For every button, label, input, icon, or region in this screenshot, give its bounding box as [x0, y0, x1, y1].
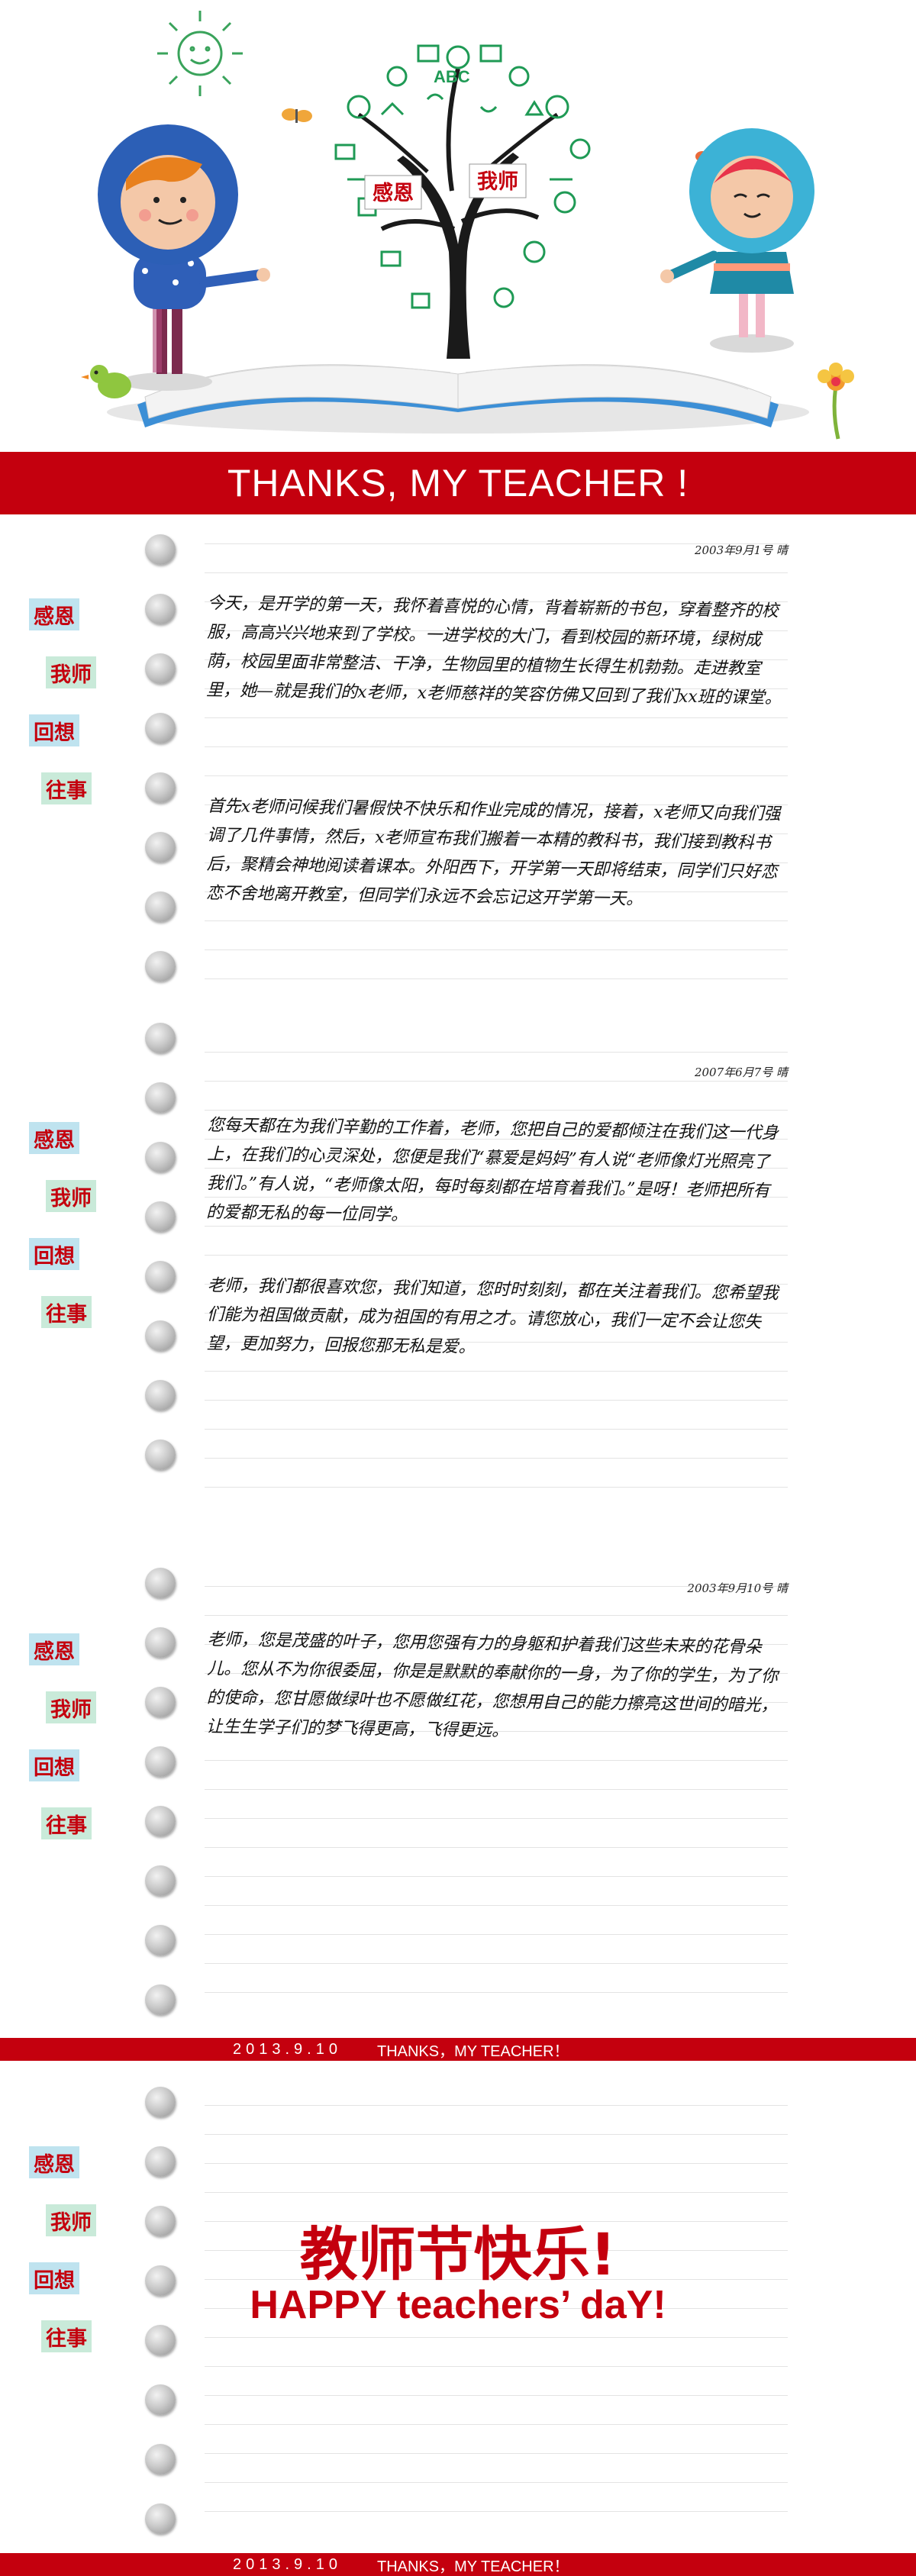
- diary-page-1: 感恩 我师 回想 往事 2003年9月1号 晴 今天，是开学的第一天，我怀着喜悦…: [0, 514, 916, 1000]
- binder-ring: [145, 772, 176, 803]
- stamp-teacher: 我师: [46, 656, 96, 688]
- stamp-past: 往事: [41, 772, 92, 804]
- hero-artwork: ABC 感恩 我师: [81, 11, 854, 440]
- entry-date: 2003年9月1号 晴: [694, 543, 788, 557]
- binder-ring: [145, 653, 176, 684]
- sun-icon: [157, 11, 243, 96]
- stamp-past: 往事: [41, 1807, 92, 1839]
- strip-text: THANKS，MY TEACHER！: [376, 2558, 569, 2575]
- binder-ring: [145, 832, 176, 862]
- entry-paragraph: 老师，我们都很喜欢您，我们知道，您时时刻刻，都在关注着我们。您希望我们能为祖国做…: [206, 1275, 779, 1357]
- stamp-gratitude: 感恩: [29, 2146, 79, 2178]
- binder-ring: [145, 534, 176, 565]
- binder-ring: [145, 1261, 176, 1291]
- date-strip: 2013.9.10 THANKS，MY TEACHER！: [0, 2038, 916, 2061]
- stamp-recall: 回想: [29, 714, 79, 746]
- strip-date: 2013.9.10: [233, 2040, 342, 2058]
- binder-ring: [145, 1440, 176, 1470]
- stamp-teacher: 我师: [46, 1180, 96, 1212]
- entry-paragraph: 您每天都在为我们辛勤的工作着，老师，您把自己的爱都倾注在我们这一代身上，在我们的…: [205, 1115, 779, 1225]
- binder-ring: [145, 1806, 176, 1836]
- binder-ring: [145, 1687, 176, 1717]
- stamp-gratitude: 感恩: [29, 1122, 79, 1154]
- stamp-recall: 回想: [29, 1749, 79, 1781]
- binder-ring: [145, 1627, 176, 1658]
- tree-label-teacher: 我师: [477, 170, 518, 194]
- entry-date: 2007年6月7号 晴: [694, 1066, 788, 1079]
- binder-ring: [145, 1568, 176, 1598]
- bird-icon: [81, 365, 131, 398]
- holiday-greeting-zh: 教师节快乐!: [299, 2220, 617, 2288]
- title-banner: THANKS, MY TEACHER !: [0, 452, 916, 514]
- binder-ring: [145, 1142, 176, 1172]
- entry-paragraph: 今天，是开学的第一天，我怀着喜悦的心情，背着崭新的书包，穿着整齐的校服，高高兴兴…: [205, 593, 782, 708]
- binder-ring: [145, 2146, 176, 2177]
- binder-ring: [145, 1320, 176, 1351]
- entry-paragraph: 首先x老师问候我们暑假快不快乐和作业完成的情况，接着，x老师又向我们强调了几件事…: [205, 796, 781, 909]
- stamp-gratitude: 感恩: [29, 1633, 79, 1665]
- greeting-page: 感恩 我师 回想 往事 教师节快乐! HAPPY teachers’ daY!: [0, 2076, 916, 2549]
- butterfly-icon: [282, 108, 312, 123]
- banner-title: THANKS, MY TEACHER !: [227, 462, 689, 505]
- stamp-past: 往事: [41, 1296, 92, 1328]
- binder-ring: [145, 1925, 176, 1955]
- binder-ring: [145, 1380, 176, 1411]
- binder-ring: [145, 2087, 176, 2117]
- binder-ring: [145, 1865, 176, 1896]
- stamp-gratitude: 感恩: [29, 598, 79, 630]
- binder-ring: [145, 2384, 176, 2415]
- binder-ring: [145, 2503, 176, 2534]
- binder-ring: [145, 1023, 176, 1053]
- binder-ring: [145, 2325, 176, 2355]
- tree-label-gratitude: 感恩: [373, 181, 414, 205]
- date-strip: 2013.9.10 THANKS，MY TEACHER！: [0, 2553, 916, 2576]
- svg-text:ABC: ABC: [434, 67, 470, 86]
- entry-date: 2003年9月10号 晴: [687, 1581, 788, 1595]
- binder-ring: [145, 1984, 176, 2015]
- binder-ring: [145, 1201, 176, 1232]
- strip-text: THANKS，MY TEACHER！: [376, 2042, 569, 2060]
- binder-ring: [145, 951, 176, 982]
- stamp-teacher: 我师: [46, 1691, 96, 1723]
- binder-ring: [145, 2444, 176, 2474]
- binder-ring: [145, 1746, 176, 1777]
- diary-page-2: 感恩 我师 回想 往事 2007年6月7号 晴 您每天都在为我们辛勤的工作着，老…: [0, 1023, 916, 1519]
- boy-character-icon: [98, 124, 270, 391]
- diary-page-3: 感恩 我师 回想 往事 2003年9月10号 晴 老师，您是茂盛的叶子，您用您强…: [0, 1557, 916, 2038]
- stamp-recall: 回想: [29, 1238, 79, 1270]
- strip-date: 2013.9.10: [233, 2555, 342, 2573]
- hero-illustration: ABC 感恩 我师: [0, 0, 916, 452]
- holiday-greeting-en: HAPPY teachers’ daY!: [250, 2283, 666, 2327]
- girl-character-icon: [660, 128, 814, 353]
- binder-ring: [145, 891, 176, 922]
- binder-ring: [145, 713, 176, 743]
- entry-paragraph: 老师，您是茂盛的叶子，您用您强有力的身躯和护着我们这些未来的花骨朵儿。您从不为你…: [205, 1630, 779, 1741]
- flower-icon: [818, 363, 854, 440]
- binder-ring: [145, 594, 176, 624]
- binder-ring: [145, 1082, 176, 1113]
